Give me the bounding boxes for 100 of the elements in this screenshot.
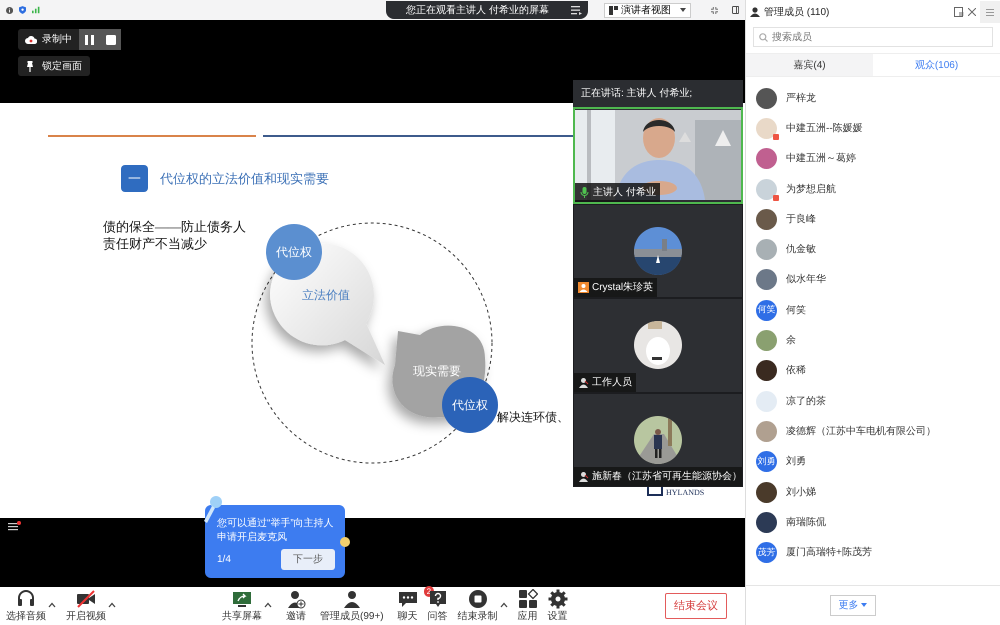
cloud-icon: [25, 35, 37, 44]
member-name: 南瑞陈侃: [786, 516, 826, 530]
caret-icon[interactable]: [48, 602, 56, 608]
avatar: [756, 420, 777, 442]
member-name: 凌德辉（江苏中车电机有限公司）: [786, 424, 936, 439]
stop-button[interactable]: [100, 29, 121, 50]
user-icon: [578, 376, 589, 388]
member-row[interactable]: 仇金敏: [746, 234, 1000, 265]
slide-text: 责任财产不当减少: [103, 236, 207, 251]
member-name: 凉了的茶: [786, 394, 826, 409]
toolbar-button[interactable]: 共享屏幕: [222, 588, 262, 624]
member-row[interactable]: 刘小娣: [746, 476, 1000, 508]
initials-avatar: 刘勇: [756, 451, 777, 472]
tip-text: 您可以通过“举手”向主持人申请开启麦克风: [217, 517, 335, 544]
member-row[interactable]: 何笑 何笑: [746, 295, 1000, 326]
question-icon: [428, 588, 448, 608]
panel-title: 管理成员 (110): [764, 6, 830, 20]
menu-icon[interactable]: [8, 521, 22, 531]
member-row[interactable]: 凌德辉（江苏中车电机有限公司）: [746, 416, 1000, 447]
member-row[interactable]: 严梓龙: [746, 83, 1000, 114]
badge-circle: [266, 224, 322, 280]
pin-icon: [26, 60, 34, 72]
fullscreen-icon[interactable]: [710, 4, 718, 16]
search-icon: [759, 32, 768, 42]
member-row[interactable]: 中建五洲～葛婷: [746, 144, 1000, 174]
popout-icon[interactable]: [954, 7, 964, 17]
toolbar-button[interactable]: 选择音频: [6, 588, 46, 624]
bubble-label: 立法价值: [302, 288, 350, 302]
toolbar-button[interactable]: 开启视频: [66, 588, 106, 624]
member-name: 余: [786, 334, 796, 348]
view-mode-dropdown[interactable]: 演讲者视图: [604, 2, 691, 18]
member-name: 依稀: [786, 364, 806, 378]
tab[interactable]: 嘉宾(4): [746, 54, 873, 76]
close-icon[interactable]: [968, 8, 976, 16]
headset-icon: [16, 588, 36, 608]
side-panel-icon[interactable]: [732, 4, 739, 16]
microphone-icon: [579, 186, 590, 198]
shield-icon[interactable]: [19, 4, 26, 16]
member-name: 于良峰: [786, 212, 816, 227]
logo-text: HYLANDS: [666, 488, 704, 497]
avatar: [756, 512, 777, 533]
dot-icon: [340, 537, 350, 547]
stop-icon: [106, 34, 116, 44]
member-row[interactable]: 于良峰: [746, 204, 1000, 234]
tile-name-label: Crystal朱珍英: [574, 278, 658, 297]
toolbar-button[interactable]: 应用: [518, 588, 538, 624]
member-row[interactable]: 刘勇 刘勇: [746, 446, 1000, 477]
avatar: [756, 482, 777, 502]
section-number-box: [121, 165, 148, 192]
avatar: [756, 360, 777, 382]
tile-name-label: 工作人员: [574, 372, 636, 392]
section-number: 一: [128, 171, 141, 186]
member-name: 中建五洲～葛婷: [786, 152, 856, 166]
toolbar-button[interactable]: 邀请: [286, 588, 306, 624]
member-row[interactable]: 凉了的茶: [746, 386, 1000, 416]
avatar: [756, 239, 777, 260]
member-name: 仇金敏: [786, 243, 816, 258]
avatar: [756, 88, 777, 109]
step-counter: 1/4: [217, 553, 231, 567]
more-button[interactable]: 更多: [830, 595, 876, 616]
member-row[interactable]: 似水年华: [746, 264, 1000, 296]
search-box[interactable]: 搜索成员: [753, 27, 993, 47]
person-icon: [750, 7, 760, 17]
info-icon[interactable]: [6, 4, 14, 16]
tile-name-label: 施新春（江苏省可再生能源协会）: [574, 467, 742, 486]
caret-icon[interactable]: [108, 602, 116, 608]
member-row[interactable]: 依稀: [746, 356, 1000, 386]
person-icon: [342, 588, 362, 608]
avatar: [756, 390, 777, 412]
toolbar-button[interactable]: 设置: [548, 588, 568, 624]
member-row[interactable]: 南瑞陈侃: [746, 507, 1000, 538]
member-name: 刘勇: [786, 454, 806, 470]
member-name: 何笑: [786, 304, 806, 318]
apps-icon: [518, 588, 538, 608]
member-row[interactable]: 中建五洲--陈媛媛: [746, 113, 1000, 144]
pause-icon: [85, 34, 94, 44]
layout-icon: [608, 6, 618, 14]
caret-icon[interactable]: [500, 602, 508, 608]
recording-status: 录制中: [42, 32, 72, 47]
member-row[interactable]: 茂芳 厦门高瑞特+陈茂芳: [746, 537, 1000, 568]
avatar: [756, 208, 777, 230]
avatar: [756, 330, 777, 352]
caret-icon[interactable]: [264, 602, 272, 608]
member-name: 刘小娣: [786, 486, 816, 500]
slide-text: 解决连环债、: [497, 410, 569, 424]
pause-button[interactable]: [79, 29, 100, 50]
member-row[interactable]: 余: [746, 325, 1000, 356]
toolbar-button[interactable]: 管理成员(99+): [320, 588, 384, 624]
share-notice: 您正在观看主讲人 付希业的屏幕: [406, 4, 549, 18]
list-icon[interactable]: [570, 6, 582, 14]
member-name: 似水年华: [786, 272, 826, 288]
lock-view-button[interactable]: 锁定画面: [18, 56, 90, 76]
member-name: 严梓龙: [786, 92, 816, 106]
end-meeting-button[interactable]: 结束会议: [665, 592, 727, 620]
member-row[interactable]: 为梦想启航: [746, 174, 1000, 204]
toolbar-button[interactable]: 结束录制: [458, 588, 498, 624]
next-step-button[interactable]: 下一步: [281, 549, 335, 570]
toolbar-button[interactable]: 聊天: [398, 588, 418, 624]
bubble-label: 现实需要: [413, 364, 461, 378]
member-name: 中建五洲--陈媛媛: [786, 122, 863, 136]
